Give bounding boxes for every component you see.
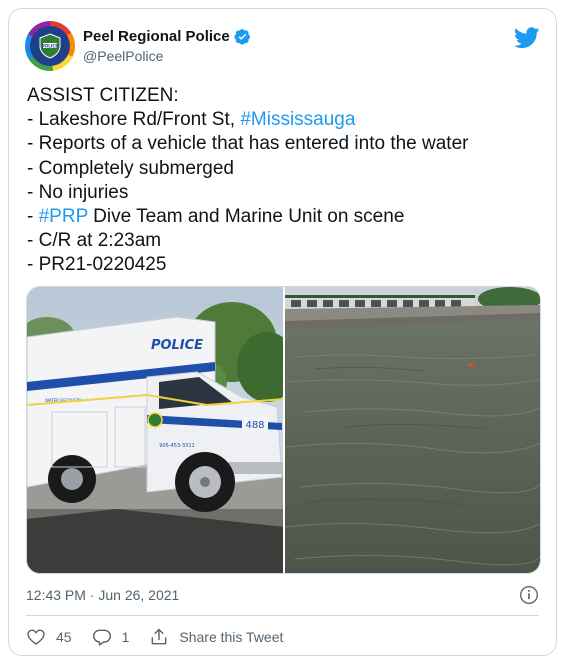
info-icon[interactable]	[519, 585, 539, 605]
reply-button[interactable]: 1	[92, 627, 130, 647]
tweet-header: POLICE Peel Regional Police @PeelPolice	[23, 21, 542, 73]
share-button[interactable]: Share this Tweet	[149, 627, 283, 647]
display-name[interactable]: Peel Regional Police	[83, 28, 251, 45]
heart-icon	[27, 629, 45, 645]
truck-phone: 905-453-3311	[159, 443, 194, 449]
tweet-line: - No injuries	[27, 181, 129, 203]
like-button[interactable]: 45	[26, 627, 72, 647]
tweet-line: - PR21-0220425	[27, 254, 167, 276]
media-grid: 488 POLICE 905-453-3311 WATER RECOVERY	[26, 286, 541, 574]
hashtag-link[interactable]: #PRP	[39, 206, 88, 227]
police-truck-image: 488 POLICE 905-453-3311 WATER RECOVERY	[27, 287, 283, 573]
tweet-line: - Reports of a vehicle that has entered …	[27, 133, 469, 155]
tweet-line: - #PRP Dive Team and Marine Unit on scen…	[27, 205, 542, 229]
tweet-card[interactable]: POLICE Peel Regional Police @PeelPolice …	[8, 8, 557, 656]
truck-number: 488	[245, 420, 264, 431]
display-name-text[interactable]: Peel Regional Police	[83, 28, 230, 45]
divider	[26, 615, 539, 616]
tweet-line-text: Dive Team and Marine Unit on scene	[87, 206, 405, 228]
tweet-line-text: -	[27, 206, 39, 228]
photo-police-truck[interactable]: 488 POLICE 905-453-3311 WATER RECOVERY	[27, 287, 283, 573]
replies-count: 1	[121, 629, 130, 645]
tweet-text: ASSIST CITIZEN: - Lakeshore Rd/Front St, …	[27, 84, 542, 278]
tweet-line: - Lakeshore Rd/Front St, #Mississauga	[27, 108, 542, 132]
truck-police-label: POLICE	[151, 338, 203, 353]
author-block[interactable]: Peel Regional Police @PeelPolice	[83, 28, 251, 64]
avatar[interactable]: POLICE	[25, 21, 75, 71]
reply-icon	[92, 629, 111, 646]
tweet-line: - Completely submerged	[27, 157, 234, 179]
tweet-line: - C/R at 2:23am	[27, 230, 162, 252]
likes-count: 45	[56, 629, 72, 645]
avatar-text: POLICE	[42, 43, 58, 48]
water-scene-image	[285, 287, 540, 573]
share-label: Share this Tweet	[179, 629, 284, 645]
police-badge-logo: POLICE	[30, 26, 70, 66]
hashtag-link[interactable]: #Mississauga	[240, 109, 355, 130]
handle[interactable]: @PeelPolice	[83, 48, 251, 64]
tweet-timestamp[interactable]: 12:43 PM · Jun 26, 2021	[26, 587, 179, 603]
tweet-line-text: - Lakeshore Rd/Front St,	[27, 109, 241, 131]
twitter-bird-icon[interactable]	[514, 27, 540, 49]
share-icon	[152, 628, 167, 645]
verified-badge-icon	[234, 29, 250, 45]
tweet-line: ASSIST CITIZEN:	[27, 85, 179, 106]
action-bar: 45 1 Share this Tweet	[26, 625, 303, 649]
photo-water-scene[interactable]	[285, 287, 540, 573]
